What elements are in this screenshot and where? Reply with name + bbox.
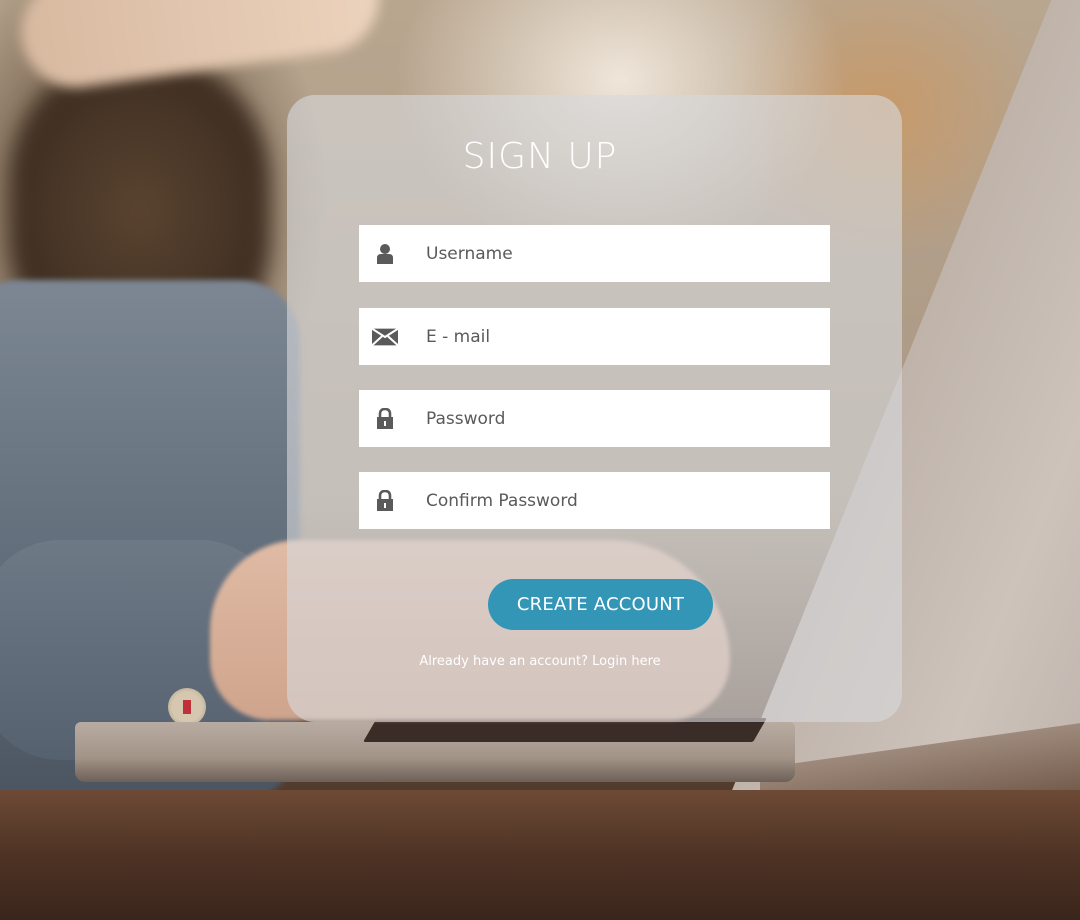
confirm-password-input[interactable]	[424, 471, 830, 530]
background-table	[0, 790, 1080, 920]
envelope-icon	[372, 324, 398, 350]
username-field[interactable]	[359, 224, 830, 283]
login-prompt: Already have an account? Login here	[0, 654, 1080, 669]
password-input[interactable]	[424, 389, 830, 448]
background-shirt-button	[168, 688, 206, 726]
page-title: SIGN UP	[462, 136, 618, 177]
username-input[interactable]	[424, 224, 830, 283]
create-account-button[interactable]: CREATE ACCOUNT	[488, 579, 713, 630]
email-field[interactable]	[359, 307, 830, 366]
lock-icon	[372, 406, 398, 432]
password-field[interactable]	[359, 389, 830, 448]
confirm-password-field[interactable]	[359, 471, 830, 530]
login-link[interactable]: Already have an account? Login here	[419, 654, 660, 669]
lock-icon	[372, 488, 398, 514]
user-icon	[372, 241, 398, 267]
email-input[interactable]	[424, 307, 830, 366]
